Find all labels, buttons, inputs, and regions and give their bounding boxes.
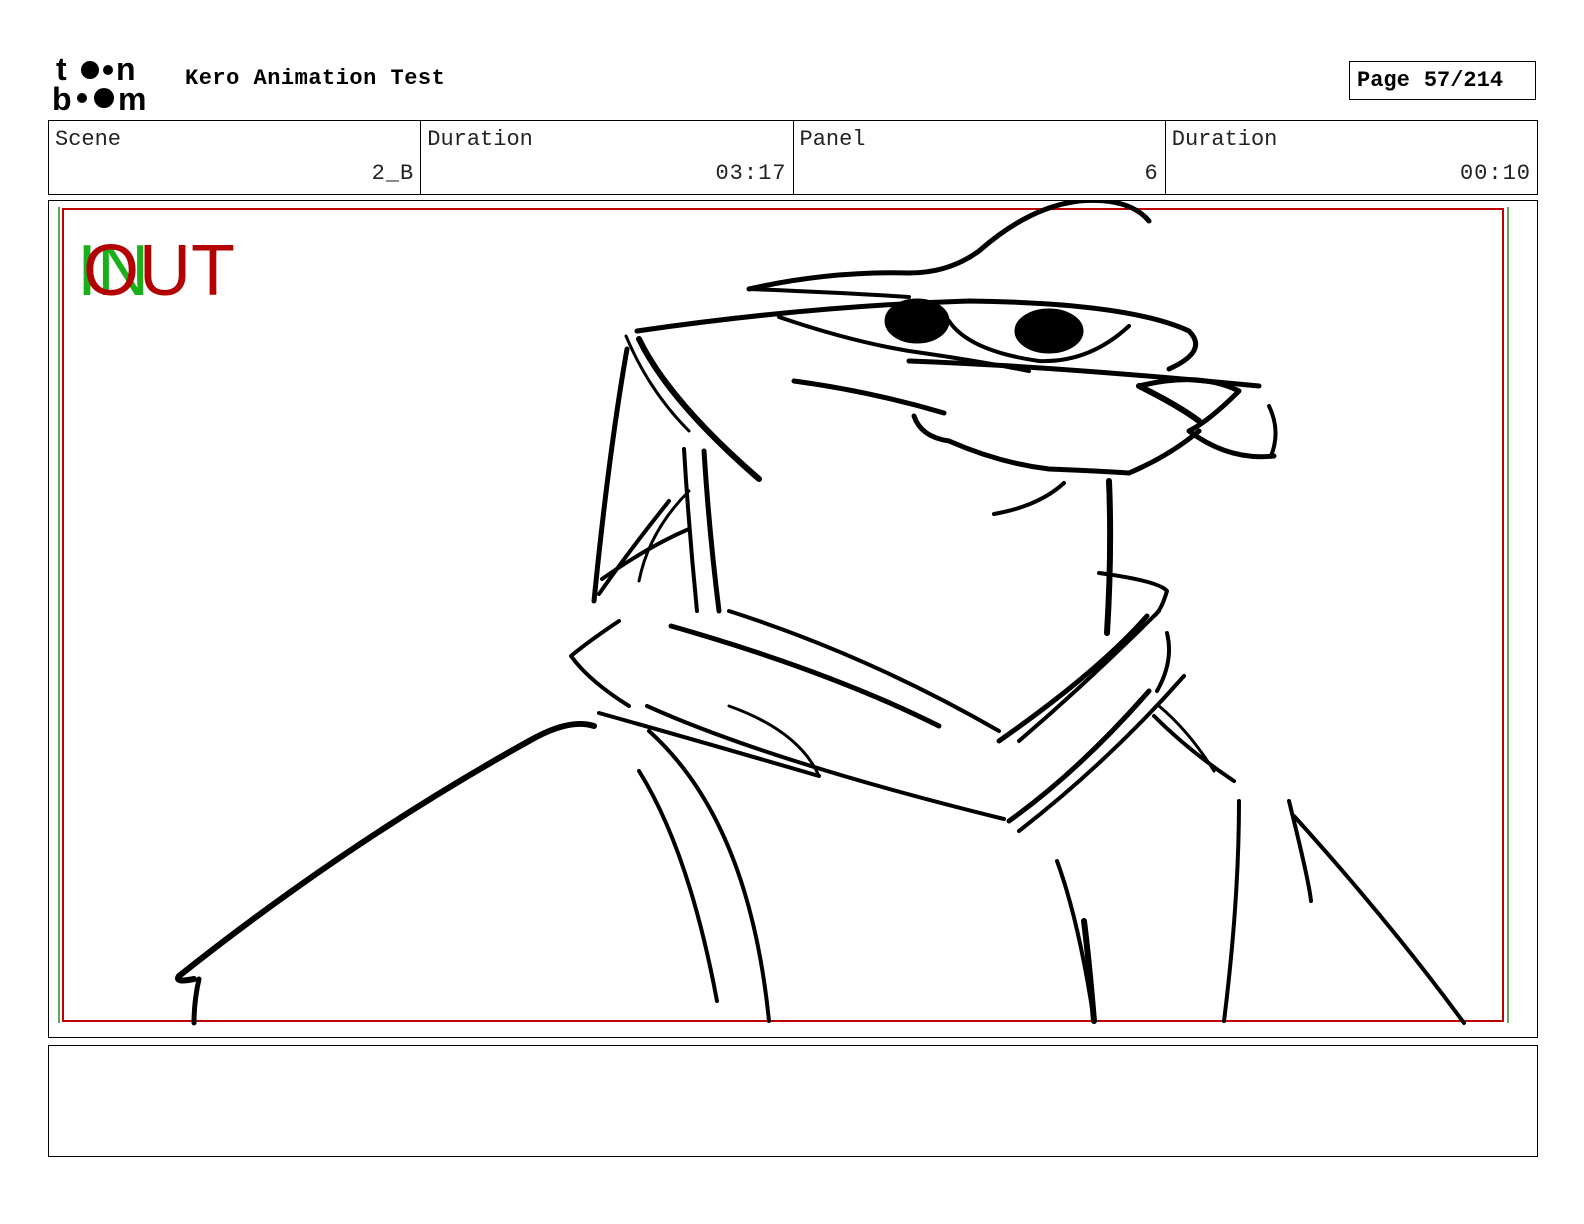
page-number: 57/214 [1423, 68, 1504, 93]
panel-duration-cell: Duration 00:10 [1166, 121, 1537, 194]
scene-duration-cell: Duration 03:17 [421, 121, 794, 194]
in-out-marker: IN OUT [77, 231, 257, 311]
page-label: Page [1357, 68, 1410, 93]
panel-info-table: Scene 2_B Duration 03:17 Panel 6 Duratio… [48, 120, 1538, 195]
project-title: Kero Animation Test [185, 66, 446, 91]
scene-value: 2_B [371, 161, 415, 186]
character-sketch [175, 201, 1466, 1026]
out-marker: OUT [83, 231, 235, 311]
storyboard-panel: IN OUT [48, 200, 1538, 1038]
panel-duration-label: Duration [1171, 127, 1278, 152]
panel-cell: Panel 6 [794, 121, 1166, 194]
panel-label: Panel [799, 127, 866, 152]
scene-duration-label: Duration [427, 127, 533, 152]
scene-label: Scene [55, 127, 122, 152]
panel-duration-value: 00:10 [1459, 161, 1531, 186]
panel-drawing [58, 201, 1509, 1026]
toon-boom-logo: t n b m [50, 50, 170, 114]
svg-text:m: m [118, 81, 146, 114]
page-indicator: Page 57/214 [1349, 61, 1536, 100]
scene-duration-value: 03:17 [715, 161, 787, 186]
scene-cell: Scene 2_B [49, 121, 422, 194]
panel-notes [48, 1045, 1538, 1157]
svg-text:b: b [52, 81, 72, 114]
panel-value: 6 [1144, 161, 1159, 186]
